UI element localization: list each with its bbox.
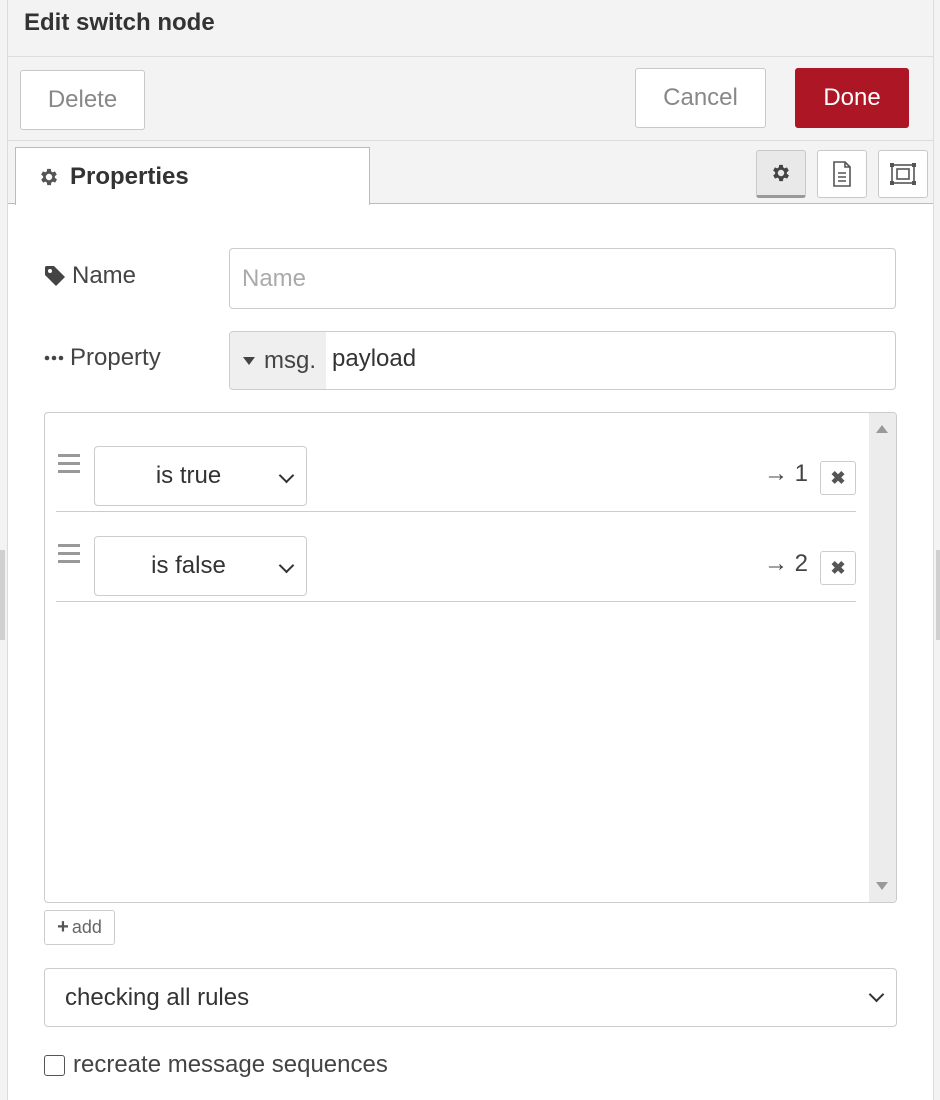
recreate-sequences-row: recreate message sequences <box>44 1051 388 1079</box>
dialog-toolbar: Delete Cancel Done <box>8 57 933 141</box>
gear-icon <box>41 168 57 185</box>
drag-handle-icon[interactable] <box>58 454 80 474</box>
chevron-down-icon <box>868 986 885 1003</box>
add-rule-label: add <box>71 917 102 937</box>
name-input[interactable] <box>229 248 896 309</box>
property-value[interactable]: payload <box>332 345 416 373</box>
rule-condition-select[interactable]: is true <box>94 446 307 506</box>
rule-output-label: → 1 <box>763 460 808 487</box>
rule-row: is false → 2 ✖ <box>56 512 856 602</box>
close-icon: ✖ <box>830 467 846 488</box>
recreate-sequences-label[interactable]: recreate message sequences <box>73 1051 388 1079</box>
tab-properties-label: Properties <box>70 162 189 190</box>
tab-description-icon-button[interactable] <box>817 150 867 198</box>
property-label-row: Property <box>44 344 161 372</box>
property-type-button[interactable]: msg. <box>230 332 326 389</box>
dialog-title: Edit switch node <box>24 9 215 36</box>
rule-row: is true → 1 ✖ <box>56 422 856 512</box>
rule-mode-value: checking all rules <box>65 983 250 1011</box>
tag-icon <box>45 266 65 286</box>
add-rule-button[interactable]: + add <box>44 910 115 945</box>
chevron-down-icon <box>278 557 295 574</box>
recreate-sequences-checkbox[interactable] <box>44 1054 65 1076</box>
description-icon <box>833 161 851 187</box>
caret-down-icon <box>243 356 255 365</box>
plus-icon: + <box>57 916 69 938</box>
tab-properties-icon-button[interactable] <box>756 150 806 198</box>
tab-bar: Properties <box>8 141 933 205</box>
rules-scrollbar[interactable] <box>869 413 896 902</box>
drag-handle-icon[interactable] <box>58 544 80 564</box>
rule-condition-select[interactable]: is false <box>94 536 307 596</box>
name-label: Name <box>72 262 137 289</box>
scroll-down-arrow-icon[interactable] <box>876 882 888 890</box>
rule-mode-select[interactable]: checking all rules <box>44 968 897 1027</box>
remove-rule-button[interactable]: ✖ <box>820 461 856 495</box>
tab-appearance-icon-button[interactable] <box>878 150 928 198</box>
delete-button[interactable]: Delete <box>20 70 145 130</box>
cancel-button[interactable]: Cancel <box>635 68 766 128</box>
dialog-title-bar: Edit switch node <box>8 0 933 57</box>
name-label-row: Name <box>44 262 136 290</box>
tab-properties[interactable]: Properties <box>15 147 370 205</box>
gear-icon <box>773 164 789 182</box>
rule-output-label: → 2 <box>763 550 808 577</box>
property-typed-input[interactable]: msg. payload <box>229 331 896 390</box>
rule-condition-value: is true <box>155 462 222 489</box>
chevron-down-icon <box>278 467 295 484</box>
property-label: Property <box>70 344 161 371</box>
rules-list: is true → 1 ✖ is false → 2 ✖ <box>44 412 897 903</box>
close-icon: ✖ <box>830 557 846 578</box>
appearance-icon <box>890 163 916 185</box>
right-resize-grip[interactable] <box>936 550 940 640</box>
right-resize-frame <box>933 0 940 1100</box>
left-resize-grip[interactable] <box>0 550 5 640</box>
scroll-up-arrow-icon[interactable] <box>876 425 888 433</box>
remove-rule-button[interactable]: ✖ <box>820 551 856 585</box>
done-button[interactable]: Done <box>795 68 909 128</box>
left-resize-frame <box>0 0 8 1100</box>
property-type-label: msg. <box>264 346 317 374</box>
ellipsis-icon <box>44 355 64 361</box>
rule-condition-value: is false <box>151 552 226 579</box>
